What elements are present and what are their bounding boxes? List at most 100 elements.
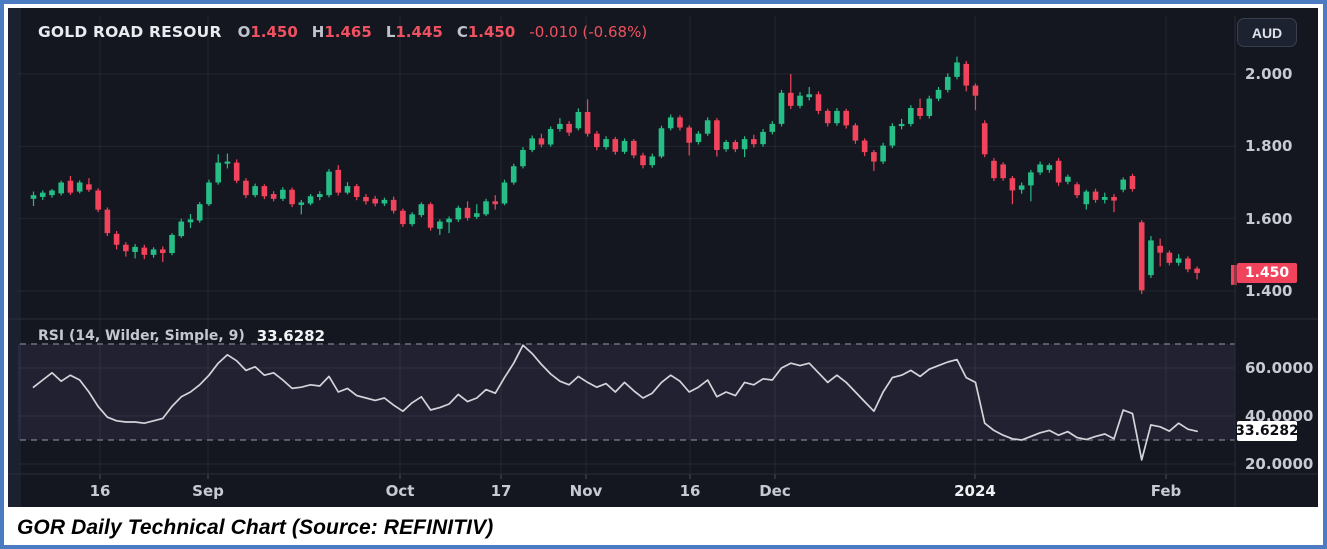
candle-down bbox=[1157, 245, 1163, 253]
candle-up bbox=[1120, 179, 1127, 190]
candle-down bbox=[538, 138, 545, 145]
rsi-band bbox=[18, 344, 1235, 440]
price-tick-label: 1.400 bbox=[1245, 282, 1293, 301]
candle-up bbox=[437, 221, 443, 229]
candle-up bbox=[557, 123, 563, 129]
candle-down bbox=[584, 111, 591, 134]
candle-down bbox=[159, 249, 166, 254]
price-tick-label: 1.600 bbox=[1245, 209, 1293, 228]
candle-down bbox=[612, 139, 619, 152]
candle-up bbox=[326, 171, 332, 196]
ohlc-high: H1.465 bbox=[311, 23, 372, 41]
candle-up bbox=[132, 246, 138, 252]
ohlc-low: L1.445 bbox=[385, 23, 443, 41]
candle-down bbox=[1000, 164, 1006, 179]
candle-up bbox=[954, 62, 960, 77]
candle-down bbox=[714, 120, 720, 150]
time-tick-label: 16 bbox=[89, 482, 111, 500]
currency-button[interactable]: AUD bbox=[1237, 18, 1297, 47]
candle-down bbox=[289, 189, 295, 205]
candle-down bbox=[67, 180, 74, 193]
candle-down bbox=[732, 141, 739, 150]
candle-down bbox=[335, 169, 342, 193]
candle-up bbox=[1046, 165, 1053, 170]
candle-up bbox=[944, 76, 951, 90]
candle-up bbox=[446, 218, 452, 223]
caption-text: GOR Daily Technical Chart (Source: REFIN… bbox=[17, 516, 494, 539]
candle-up bbox=[935, 89, 942, 99]
candle-up bbox=[49, 190, 55, 196]
rsi-indicator-header[interactable]: RSI (14, Wilder, Simple, 9) 33.6282 bbox=[38, 326, 325, 346]
candle-down bbox=[824, 110, 831, 124]
candle-down bbox=[1129, 175, 1136, 190]
candle-up bbox=[1083, 191, 1090, 205]
quote-header: GOLD ROAD RESOUR O1.450 H1.465 L1.445 C1… bbox=[38, 21, 661, 43]
candle-up bbox=[418, 204, 425, 216]
candle-up bbox=[520, 149, 526, 167]
candle-up bbox=[529, 138, 535, 150]
candle-up bbox=[1065, 176, 1071, 182]
candle-up bbox=[215, 162, 221, 183]
time-tick-label: Sep bbox=[192, 482, 224, 500]
candle-down bbox=[1111, 196, 1117, 201]
candle-down bbox=[363, 196, 369, 202]
rsi-indicator-label: RSI (14, Wilder, Simple, 9) bbox=[38, 328, 245, 344]
candle-up bbox=[196, 204, 203, 221]
candle-up bbox=[206, 182, 212, 205]
candle-up bbox=[252, 186, 258, 196]
candle-down bbox=[400, 210, 406, 225]
candle-down bbox=[677, 117, 683, 128]
change-value: -0.010 (-0.68%) bbox=[529, 23, 648, 41]
candle-up bbox=[603, 139, 609, 148]
candle-up bbox=[778, 92, 785, 124]
candle-up bbox=[39, 192, 46, 197]
candle-up bbox=[797, 95, 803, 106]
candle-up bbox=[667, 117, 674, 129]
candle-up bbox=[224, 161, 231, 164]
candle-down bbox=[1194, 268, 1200, 273]
candle-down bbox=[871, 152, 877, 162]
candle-down bbox=[1092, 191, 1099, 200]
candle-down bbox=[852, 125, 859, 141]
chart-canvas bbox=[8, 16, 1318, 507]
candle-up bbox=[58, 182, 65, 194]
candle-up bbox=[880, 145, 886, 162]
candle-up bbox=[307, 196, 314, 204]
rsi-tick-label: 60.0000 bbox=[1245, 359, 1314, 377]
open-value: 1.450 bbox=[250, 23, 298, 41]
candle-up bbox=[908, 107, 914, 124]
candle-up bbox=[926, 98, 933, 116]
candle-up bbox=[1101, 196, 1108, 200]
candle-up bbox=[455, 207, 462, 220]
candle-down bbox=[566, 123, 572, 133]
low-value: 1.445 bbox=[395, 23, 443, 41]
candle-up bbox=[889, 126, 896, 146]
time-tick-label: 16 bbox=[679, 482, 701, 500]
candle-down bbox=[95, 190, 101, 210]
candle-down bbox=[1185, 258, 1191, 270]
rsi-value-badge: 33.6282 bbox=[1235, 421, 1299, 442]
last-price-badge: 1.450 bbox=[1237, 262, 1297, 283]
rsi-indicator-value: 33.6282 bbox=[256, 327, 326, 345]
time-tick-label: 2024 bbox=[954, 482, 996, 500]
candle-down bbox=[861, 140, 868, 153]
candle-up bbox=[30, 195, 37, 199]
candle-down bbox=[123, 244, 129, 252]
time-tick-label: 17 bbox=[490, 482, 512, 500]
candle-down bbox=[261, 186, 268, 197]
candle-down bbox=[113, 233, 120, 245]
candle-up bbox=[178, 221, 185, 237]
candle-up bbox=[510, 166, 517, 183]
price-tick-label: 2.000 bbox=[1245, 65, 1293, 83]
candle-up bbox=[169, 234, 175, 254]
candle-down bbox=[981, 123, 988, 155]
candle-up bbox=[806, 94, 813, 98]
candle-up bbox=[1037, 164, 1043, 173]
candle-down bbox=[141, 247, 148, 255]
candle-down bbox=[233, 162, 240, 181]
caption-bar: GOR Daily Technical Chart (Source: REFIN… bbox=[8, 507, 1323, 545]
candle-down bbox=[464, 207, 471, 218]
candle-down bbox=[972, 85, 979, 96]
time-tick-label: Nov bbox=[569, 482, 603, 500]
time-tick-label: Oct bbox=[385, 482, 415, 500]
